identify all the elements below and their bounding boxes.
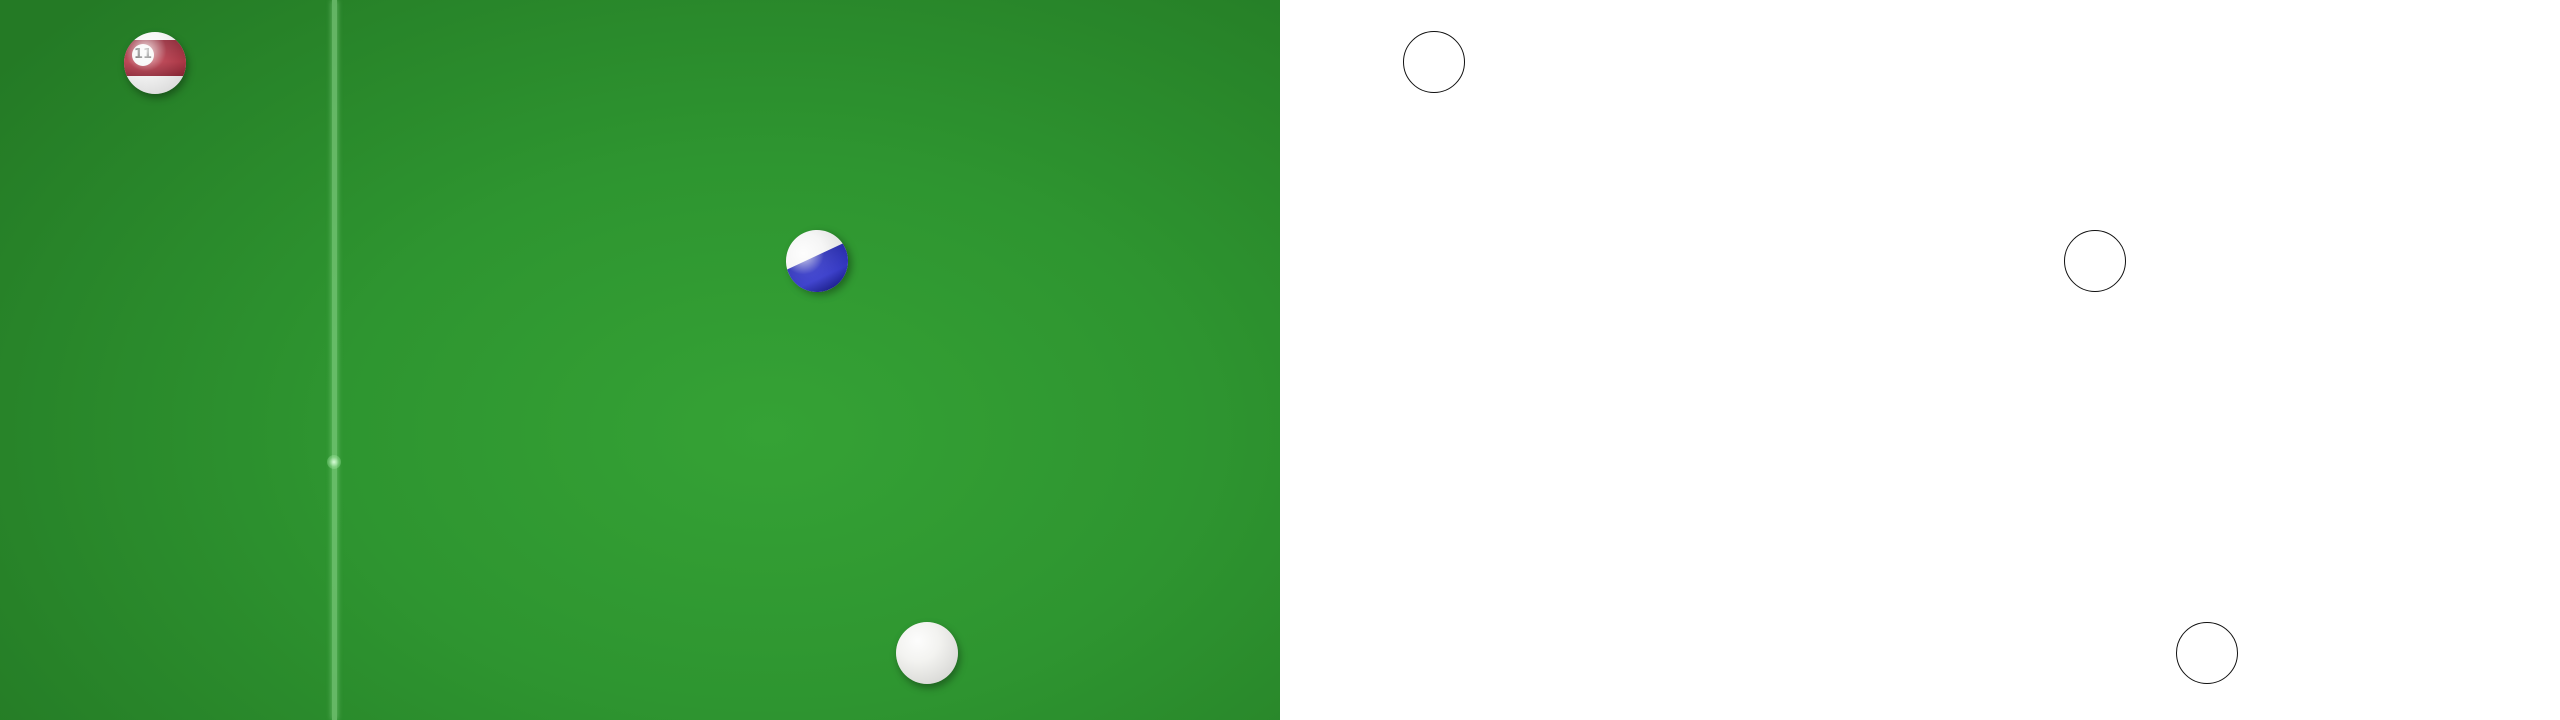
head-string-line bbox=[332, 0, 337, 720]
ball-11-outline bbox=[1403, 31, 1465, 93]
pool-table: 11 10 bbox=[0, 0, 1280, 720]
cue-ball-outline bbox=[2176, 622, 2238, 684]
cue-ball[interactable] bbox=[896, 622, 958, 684]
head-spot-marker bbox=[327, 455, 341, 469]
table-felt bbox=[0, 0, 1280, 720]
ball-11[interactable]: 11 bbox=[124, 32, 186, 94]
ball-11-shine bbox=[124, 32, 186, 94]
cue-ball-shine bbox=[896, 622, 958, 684]
ball-10-outline bbox=[2064, 230, 2126, 292]
